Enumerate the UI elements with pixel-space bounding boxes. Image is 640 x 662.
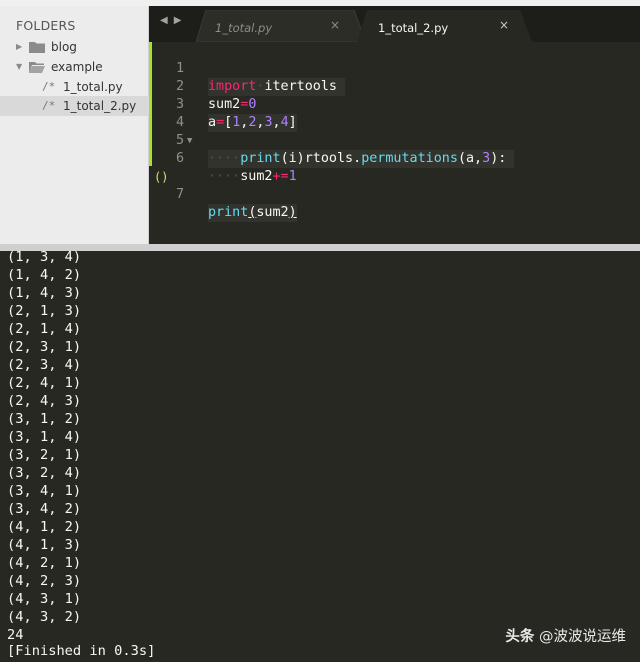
- bracket-match-icon: (): [154, 170, 169, 184]
- sidebar-item-label: blog: [51, 40, 77, 54]
- output-line: (3, 1, 2): [7, 411, 82, 427]
- folder-open-icon: [29, 62, 45, 73]
- watermark: 头条 @波波说运维: [505, 625, 626, 646]
- watermark-handle: @波波说运维: [539, 629, 626, 645]
- chevron-right-icon[interactable]: ▶: [16, 37, 22, 57]
- tab-1-total-2-py[interactable]: 1_total_2.py ×: [357, 10, 532, 42]
- output-line: (1, 4, 3): [7, 285, 82, 301]
- output-line: (3, 2, 1): [7, 447, 82, 463]
- code-line[interactable]: 3 a=[1,2,3,4]: [149, 78, 640, 132]
- sidebar-item-blog[interactable]: ▶ blog: [0, 37, 149, 57]
- output-line: (4, 1, 2): [7, 519, 82, 535]
- output-line: (4, 2, 3): [7, 573, 82, 589]
- tab-label: 1_total.py: [215, 21, 273, 35]
- sidebar-header: FOLDERS: [16, 18, 76, 33]
- output-console[interactable]: (1, 3, 4) (1, 4, 2) (1, 4, 3) (2, 1, 3) …: [0, 251, 640, 662]
- sidebar-item-label: 1_total_2.py: [63, 99, 137, 113]
- sidebar-item-example[interactable]: ▼ example: [0, 57, 149, 77]
- sidebar-item-label: example: [51, 60, 103, 74]
- chevron-down-icon[interactable]: ▼: [16, 57, 22, 77]
- output-line: (1, 4, 2): [7, 267, 82, 283]
- output-line: (2, 4, 1): [7, 375, 82, 391]
- output-line: (3, 4, 1): [7, 483, 82, 499]
- watermark-prefix: 头条: [505, 629, 535, 645]
- output-line: (2, 1, 4): [7, 321, 82, 337]
- output-line: (4, 2, 1): [7, 555, 82, 571]
- output-line: (1, 3, 4): [7, 251, 82, 265]
- output-line: (4, 3, 1): [7, 591, 82, 607]
- sidebar-item-label: 1_total.py: [63, 80, 123, 94]
- python-file-icon: /*: [42, 80, 56, 93]
- code-line[interactable]: 4 ▼ for·i·in·itertools.permutations(a,3)…: [149, 96, 640, 168]
- output-line: [Finished in 0.3s]: [7, 643, 156, 659]
- output-line: (3, 4, 2): [7, 501, 82, 517]
- code-line[interactable]: () 7 print(sum2): [149, 150, 640, 222]
- tab-bar: ◀▶ 1_total.py × 1_total_2.py ×: [149, 6, 640, 42]
- code-line[interactable]: 1 import·itertools: [149, 42, 640, 96]
- sidebar: FOLDERS ▶ blog ▼ example /* 1_total.py /…: [0, 6, 149, 244]
- tab-1-total-py[interactable]: 1_total.py ×: [196, 10, 366, 42]
- python-file-icon: /*: [42, 99, 56, 112]
- sidebar-item-1-total-py[interactable]: /* 1_total.py: [0, 77, 149, 97]
- code-line[interactable]: 6 ····sum2+=1: [149, 132, 640, 184]
- code-line[interactable]: 2 sum2=0: [149, 60, 640, 112]
- line-number: 7: [175, 187, 184, 202]
- close-icon[interactable]: ×: [499, 19, 509, 31]
- output-line: (4, 1, 3): [7, 537, 82, 553]
- output-line: (2, 3, 4): [7, 357, 82, 373]
- output-line: (3, 2, 4): [7, 465, 82, 481]
- code-text: print(sum2): [208, 204, 297, 222]
- output-line: (2, 1, 3): [7, 303, 82, 319]
- output-line: (2, 3, 1): [7, 339, 82, 355]
- output-line: (3, 1, 4): [7, 429, 82, 445]
- output-line: (2, 4, 3): [7, 393, 82, 409]
- sidebar-item-1-total-2-py[interactable]: /* 1_total_2.py: [0, 96, 149, 116]
- panel-divider[interactable]: [0, 244, 640, 251]
- code-line[interactable]: 5 ····print(i): [149, 114, 640, 168]
- code-text: ····sum2+=1: [208, 169, 297, 184]
- output-line: (4, 3, 2): [7, 609, 82, 625]
- code-editor[interactable]: 1 import·itertools 2 sum2=0 3 a=[1,2,3,4…: [149, 42, 640, 244]
- folder-icon: [29, 42, 45, 53]
- close-icon[interactable]: ×: [330, 19, 340, 31]
- tab-navigation-arrows[interactable]: ◀▶: [160, 15, 187, 26]
- tab-label: 1_total_2.py: [378, 21, 449, 35]
